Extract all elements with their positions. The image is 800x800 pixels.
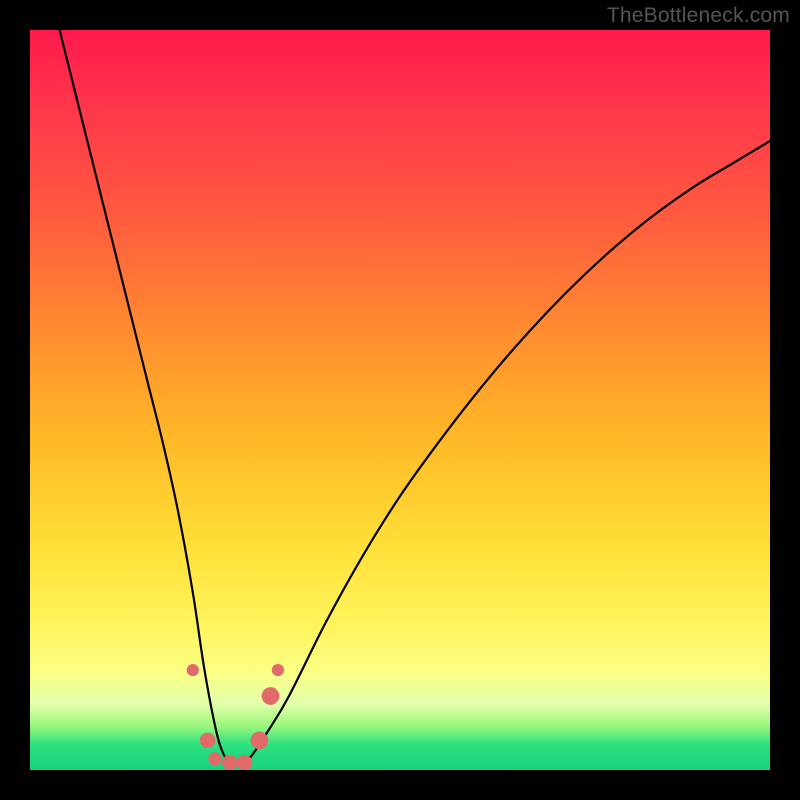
watermark-text: TheBottleneck.com [607,4,790,28]
data-marker [187,664,199,676]
data-marker [200,733,216,749]
v-curve [60,30,770,763]
data-marker [251,732,269,750]
data-marker [222,755,238,770]
data-marker [237,755,253,770]
data-marker [272,664,284,676]
chart-svg [30,30,770,770]
outer-frame: TheBottleneck.com [0,0,800,800]
data-marker [208,752,221,765]
plot-area [30,30,770,770]
data-marker [262,687,280,705]
